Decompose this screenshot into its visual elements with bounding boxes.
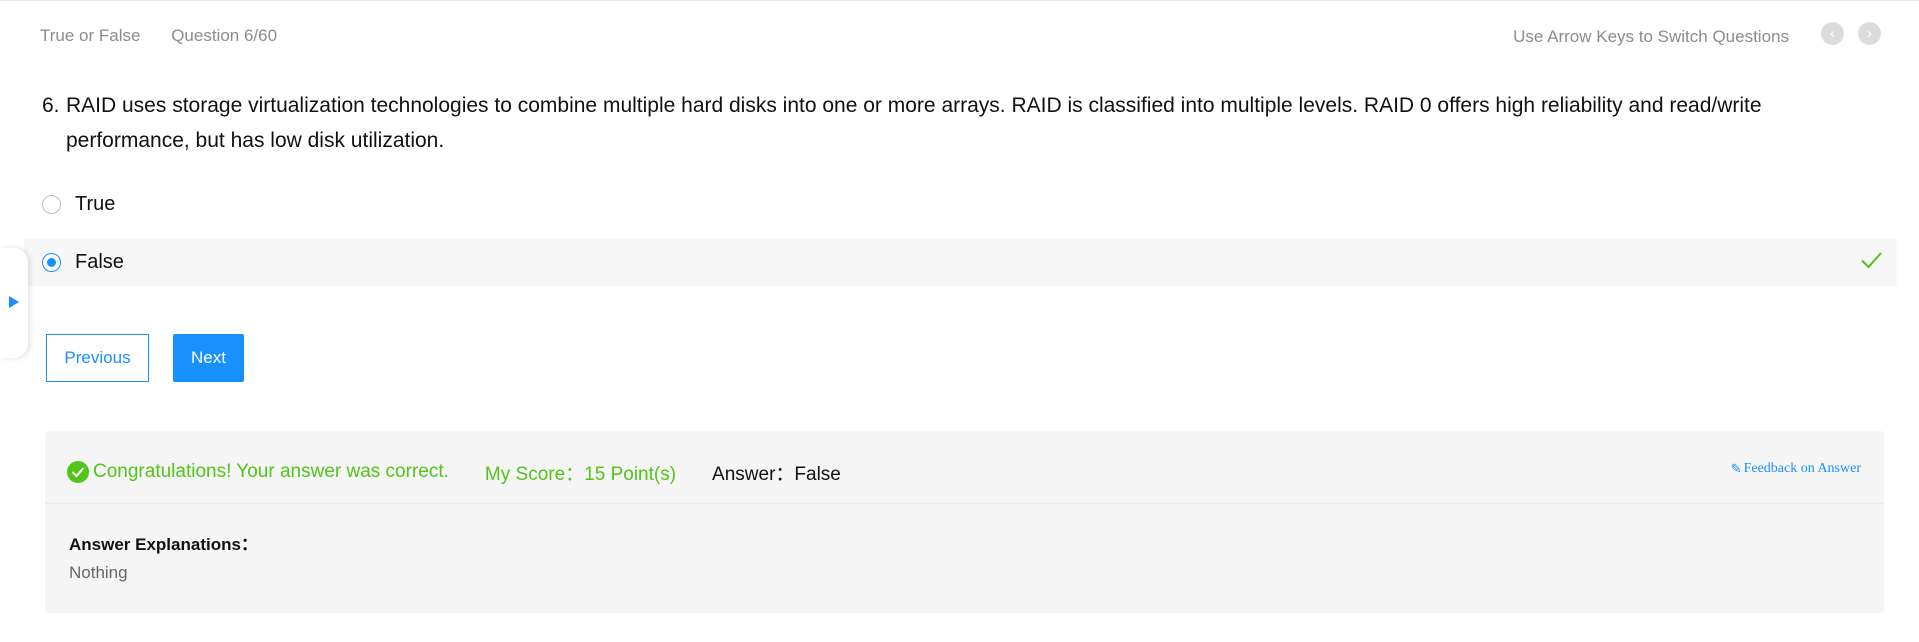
next-button[interactable]: Next	[173, 334, 244, 382]
question-number: 6.	[42, 94, 60, 117]
panel-divider	[45, 503, 1884, 504]
question-progress: Question 6/60	[171, 26, 278, 45]
previous-button[interactable]: Previous	[46, 334, 149, 382]
correct-answer-text: Answer：False	[712, 463, 841, 485]
feedback-link-label: Feedback on Answer	[1743, 461, 1861, 476]
option-false[interactable]: False	[24, 238, 1897, 286]
feedback-link[interactable]: ✎ Feedback on Answer	[1731, 461, 1861, 477]
option-true[interactable]: True	[24, 180, 1897, 228]
chevron-right-icon[interactable]: ›	[1858, 22, 1881, 45]
edit-icon: ✎	[1730, 461, 1742, 476]
result-panel: Congratulations! Your answer was correct…	[45, 431, 1884, 613]
radio-false[interactable]	[42, 252, 61, 272]
explanation-title: Answer Explanations：	[69, 535, 258, 554]
result-message: Congratulations! Your answer was correct…	[93, 461, 449, 482]
success-check-icon	[67, 461, 89, 483]
caret-right-icon	[9, 296, 19, 308]
radio-true[interactable]	[42, 194, 61, 214]
result-summary: Congratulations! Your answer was correct…	[67, 457, 841, 487]
question-type-label: True or False	[40, 26, 141, 45]
option-label-true: True	[75, 192, 116, 215]
explanation-text: Nothing	[69, 563, 128, 582]
checkmark-icon	[1861, 252, 1882, 269]
top-divider	[0, 0, 1919, 1]
side-panel-toggle[interactable]	[0, 248, 28, 358]
keyboard-hint: Use Arrow Keys to Switch Questions	[1513, 27, 1789, 46]
chevron-left-icon[interactable]: ‹	[1821, 22, 1844, 45]
question-header: True or False Question 6/60	[40, 26, 303, 46]
score-text: My Score：15 Point(s)	[484, 463, 677, 485]
question-stem: 6. RAID uses storage virtualization tech…	[42, 88, 1842, 158]
option-label-false: False	[75, 250, 124, 273]
question-text: RAID uses storage virtualization technol…	[66, 94, 1762, 152]
